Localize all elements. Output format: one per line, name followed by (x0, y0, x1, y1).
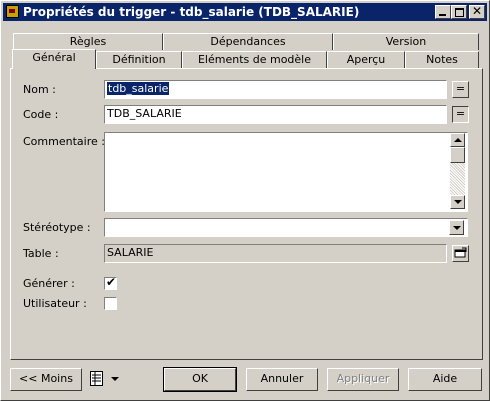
code-label: Code : (23, 108, 59, 121)
scroll-up-button[interactable] (450, 133, 465, 147)
stereotype-dropdown-button[interactable] (449, 220, 464, 235)
maximize-button[interactable] (451, 5, 467, 19)
tab-dependances[interactable]: Dépendances (163, 33, 333, 50)
tab-elements-de-modele[interactable]: Eléments de modèle (182, 51, 327, 68)
chevron-down-icon (453, 226, 461, 230)
tab-general[interactable]: Général (12, 49, 96, 69)
properties-dialog: Propriétés du trigger - tdb_salarie (TDB… (0, 0, 490, 401)
generer-checkbox[interactable]: ✔ (104, 275, 117, 290)
properties-list-menu[interactable] (89, 369, 123, 389)
moins-button[interactable]: << Moins (10, 368, 82, 391)
tab-notes[interactable]: Notes (405, 51, 479, 68)
aide-button[interactable]: Aide (408, 368, 482, 391)
browse-object-icon (454, 247, 467, 258)
nom-label: Nom : (23, 83, 56, 96)
title-bar[interactable]: Propriétés du trigger - tdb_salarie (TDB… (3, 3, 487, 21)
table-value: SALARIE (107, 246, 154, 259)
code-input[interactable]: TDB_SALARIE (104, 105, 447, 124)
code-equals-button[interactable]: = (452, 106, 469, 123)
tab-apercu[interactable]: Aperçu (327, 51, 405, 68)
browse-object-button[interactable] (452, 245, 469, 262)
nom-value: tdb_salarie (107, 82, 170, 95)
stereotype-label: Stéréotype : (23, 221, 91, 234)
arrow-up-icon (454, 138, 462, 142)
commentaire-textarea[interactable] (104, 132, 468, 212)
utilisateur-checkbox[interactable] (104, 297, 117, 310)
generer-label: Générer : (23, 277, 75, 290)
tab-version[interactable]: Version (333, 33, 479, 50)
stereotype-combobox[interactable] (104, 218, 468, 237)
minimize-button[interactable] (435, 5, 451, 19)
annuler-button[interactable]: Annuler (246, 368, 318, 391)
commentaire-label: Commentaire : (23, 135, 105, 148)
code-value: TDB_SALARIE (107, 107, 182, 120)
tab-definition[interactable]: Définition (96, 51, 182, 68)
close-button[interactable]: ✕ (469, 4, 485, 19)
properties-list-icon (90, 371, 119, 386)
window-title: Propriétés du trigger - tdb_salarie (TDB… (23, 5, 360, 19)
ok-button[interactable]: OK (163, 367, 237, 392)
check-mark: ✔ (106, 275, 117, 289)
appliquer-button[interactable]: Appliquer (327, 368, 399, 391)
utilisateur-label: Utilisateur : (23, 297, 87, 310)
general-tab-panel: Nom : tdb_salarie = Code : TDB_SALARIE =… (10, 68, 483, 360)
nom-equals-button[interactable]: = (452, 81, 469, 98)
scroll-down-button[interactable] (450, 195, 465, 209)
scroll-thumb[interactable] (450, 147, 465, 163)
nom-input[interactable]: tdb_salarie (104, 80, 447, 99)
table-label: Table : (23, 247, 59, 260)
close-icon: ✕ (471, 4, 483, 18)
trigger-app-icon (6, 5, 19, 18)
table-field: SALARIE (104, 244, 447, 263)
tab-regles[interactable]: Règles (13, 33, 163, 50)
arrow-down-icon (454, 200, 462, 204)
